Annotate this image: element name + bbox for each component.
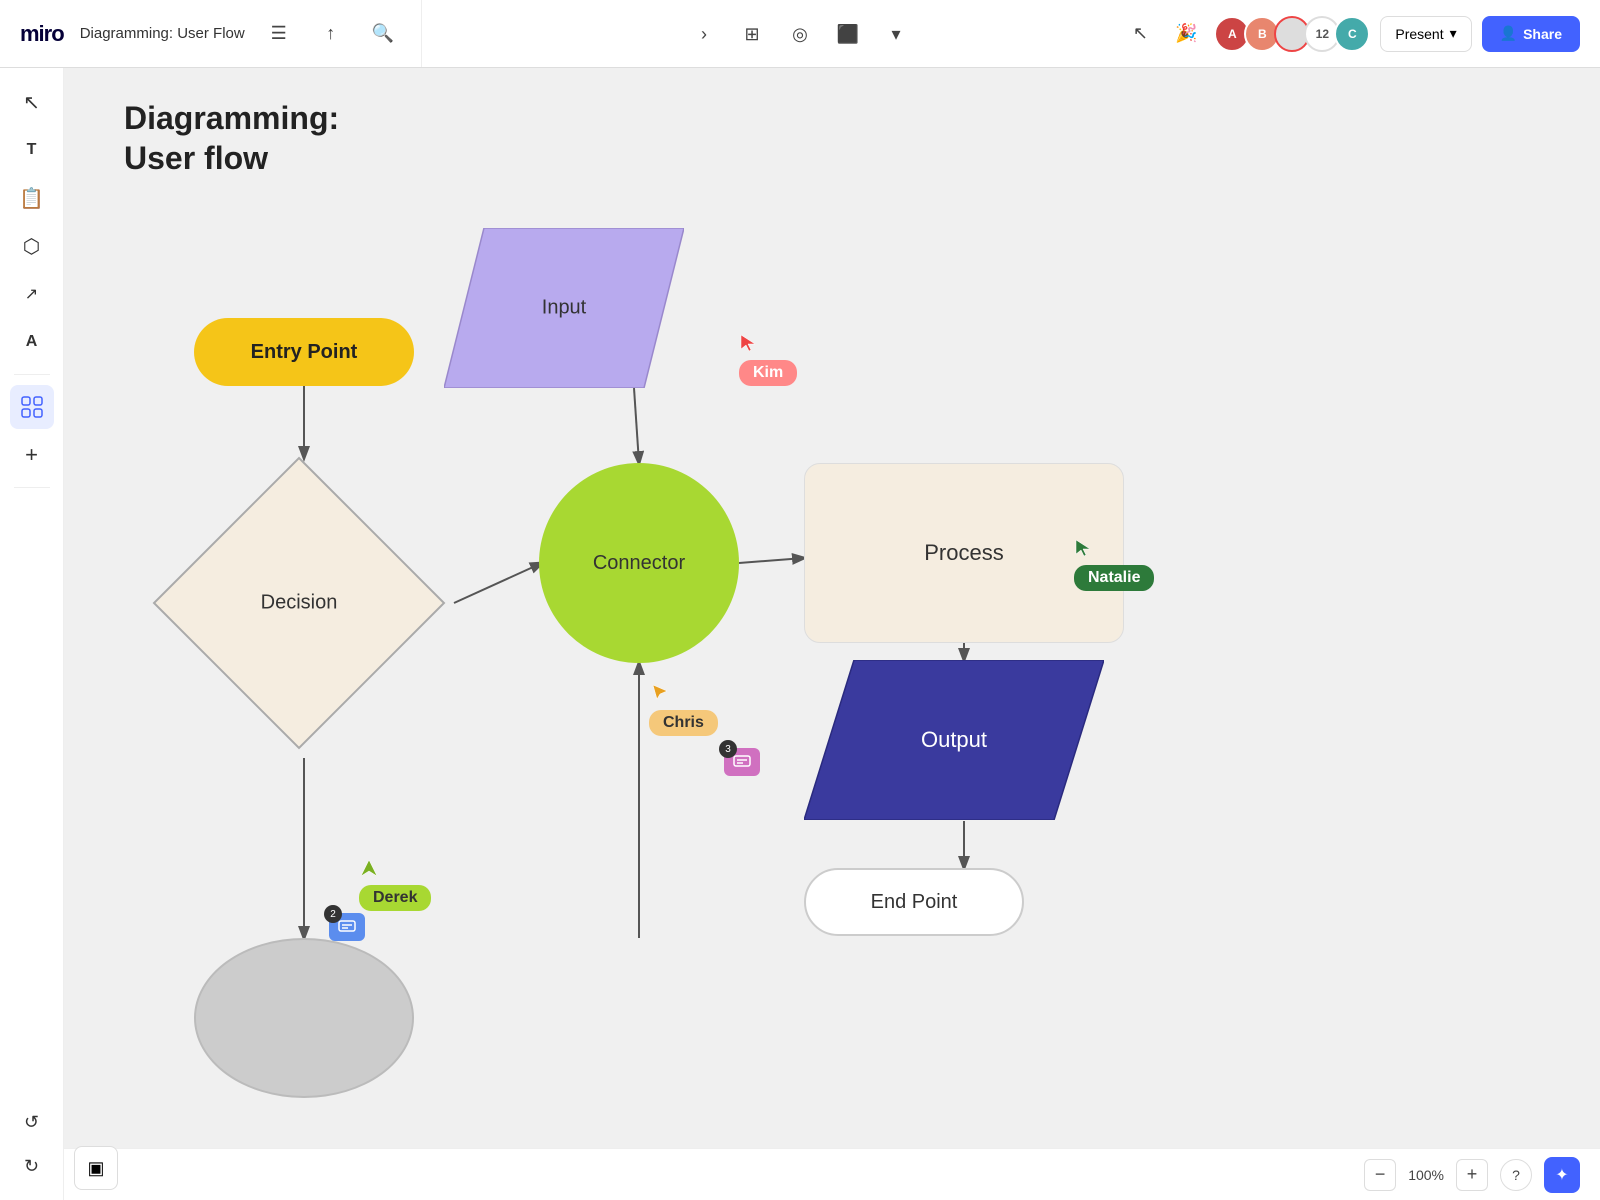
kim-label: Kim (739, 360, 797, 386)
end-point-shape[interactable]: End Point (804, 868, 1024, 936)
miro-logo: miro (20, 21, 64, 47)
input-shape[interactable]: Input (444, 228, 684, 388)
timer-btn[interactable]: ◎ (780, 14, 820, 54)
derek-cursor: Derek (359, 858, 379, 883)
frame-btn[interactable]: ⬛ (828, 14, 868, 54)
add-tool[interactable]: + (10, 433, 54, 477)
zoom-level-display: 100% (1408, 1167, 1444, 1183)
comment-badge-3[interactable]: 3 (724, 748, 760, 776)
shapes-tool[interactable]: ⬡ (10, 224, 54, 268)
expand-btn[interactable]: › (684, 14, 724, 54)
comment-count-2: 2 (324, 905, 342, 923)
share-button[interactable]: 👤 Share (1482, 16, 1580, 52)
zoom-out-btn[interactable]: − (1364, 1159, 1396, 1191)
undo-btn[interactable]: ↺ (10, 1100, 54, 1144)
sidebar-divider (14, 374, 50, 375)
select-tool[interactable]: ↖ (10, 80, 54, 124)
connector-shape[interactable]: Connector (539, 463, 739, 663)
chris-cursor: Chris (649, 683, 669, 708)
sidebar-bottom: ↺ ↻ (10, 1100, 54, 1188)
magic-btn[interactable]: ✦ (1544, 1157, 1580, 1193)
entry-point-shape[interactable]: Entry Point (194, 318, 414, 386)
line-tool[interactable]: ↗ (10, 272, 54, 316)
present-button[interactable]: Present ▾ (1380, 16, 1471, 52)
avatar-5: C (1334, 16, 1370, 52)
bottom-circle[interactable] (194, 938, 414, 1098)
cursor-mode-btn[interactable]: ↖ (1122, 16, 1158, 52)
decision-shape[interactable]: Decision (144, 448, 454, 758)
canvas-title: Diagramming: User flow (124, 98, 339, 178)
menu-button[interactable]: ☰ (261, 16, 297, 52)
board-title-tab: Diagramming: User Flow (80, 25, 245, 42)
natalie-label: Natalie (1074, 565, 1154, 591)
natalie-cursor: Natalie (1074, 538, 1094, 563)
upload-button[interactable]: ↑ (313, 16, 349, 52)
redo-btn[interactable]: ↻ (10, 1144, 54, 1188)
more-btn[interactable]: ▾ (876, 14, 916, 54)
chat-icon-2 (338, 920, 356, 934)
logo-area: miro Diagramming: User Flow ☰ ↑ 🔍 (0, 0, 422, 67)
text-tool[interactable]: T (10, 128, 54, 172)
kim-cursor-arrow (739, 333, 759, 353)
output-shape[interactable]: Output (804, 660, 1104, 820)
topbar: miro Diagramming: User Flow ☰ ↑ 🔍 › ⊞ ◎ … (0, 0, 1600, 68)
pen-tool[interactable]: A (10, 320, 54, 364)
left-sidebar: ↖ T 📋 ⬡ ↗ A + ↺ ↻ (0, 68, 64, 1200)
chris-label: Chris (649, 710, 718, 736)
right-toolbar: ↖ 🎉 A B 12 C Present ▾ 👤 Share (1122, 16, 1600, 52)
derek-cursor-arrow (359, 858, 379, 878)
sidebar-divider-2 (14, 487, 50, 488)
fit-screen-btn[interactable]: ⊞ (732, 14, 772, 54)
diagram-tool[interactable] (10, 385, 54, 429)
canvas[interactable]: Diagramming: User flow Entry Point (64, 68, 1600, 1200)
comment-count-3: 3 (719, 740, 737, 758)
center-toolbar: › ⊞ ◎ ⬛ ▾ (684, 14, 916, 54)
kim-cursor: Kim (739, 333, 759, 358)
sticky-tool[interactable]: 📋 (10, 176, 54, 220)
diagram-icon (20, 395, 44, 419)
comment-badge-2[interactable]: 2 (329, 913, 365, 941)
chris-cursor-arrow (649, 683, 669, 703)
zoom-in-btn[interactable]: + (1456, 1159, 1488, 1191)
search-button[interactable]: 🔍 (365, 16, 401, 52)
panel-toggle-btn[interactable]: ▣ (74, 1146, 118, 1190)
avatar-group: A B 12 C (1214, 16, 1370, 52)
reactions-btn[interactable]: 🎉 (1168, 16, 1204, 52)
derek-label: Derek (359, 885, 431, 911)
chat-icon (733, 755, 751, 769)
natalie-cursor-arrow (1074, 538, 1094, 558)
bottom-bar: ▣ − 100% + ? ✦ (64, 1148, 1600, 1200)
help-btn[interactable]: ? (1500, 1159, 1532, 1191)
